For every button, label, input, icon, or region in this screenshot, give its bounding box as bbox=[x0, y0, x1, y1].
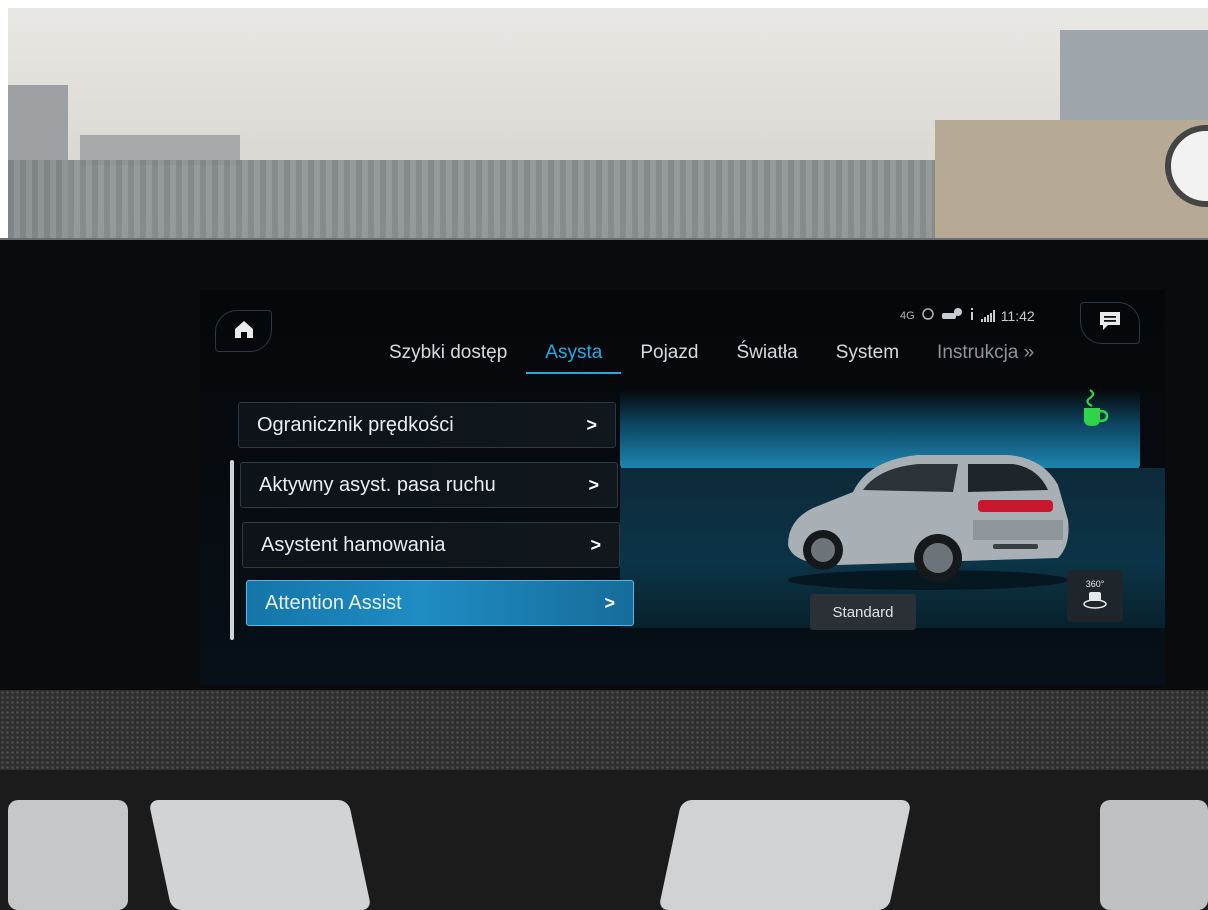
car-illustration bbox=[778, 440, 1078, 595]
camera-360-button[interactable]: 360° bbox=[1067, 570, 1123, 622]
network-indicator: 4G bbox=[900, 309, 915, 322]
dashboard-trim bbox=[0, 690, 1208, 780]
status-bar: 4G 11:42 bbox=[900, 307, 1035, 324]
building-right bbox=[935, 120, 1208, 250]
menu-item-label: Ogranicznik prędkości bbox=[257, 413, 454, 436]
chevron-right-icon: > bbox=[604, 592, 615, 613]
air-vent bbox=[8, 800, 128, 910]
chevron-right-icon: > bbox=[588, 474, 599, 495]
menu-scrollbar[interactable] bbox=[230, 460, 234, 640]
menu-item-label: Attention Assist bbox=[265, 591, 402, 614]
tab-instrukcja[interactable]: Instrukcja » bbox=[918, 342, 1053, 374]
chevron-right-icon: > bbox=[586, 414, 597, 435]
sync-icon bbox=[921, 307, 935, 324]
tab-swiatla[interactable]: Światła bbox=[717, 342, 816, 374]
building-right-top bbox=[1060, 30, 1208, 125]
tab-pojazd[interactable]: Pojazd bbox=[621, 342, 717, 374]
air-vent bbox=[658, 800, 912, 910]
camera-360-icon bbox=[1082, 591, 1108, 613]
menu-item-asystent-hamowania[interactable]: Asystent hamowania > bbox=[242, 522, 620, 568]
chevron-right-icon: > bbox=[590, 534, 601, 555]
tab-instrukcja-label: Instrukcja bbox=[937, 342, 1019, 363]
infotainment-screen: 4G 11:42 Szybki dostęp Asysta Pojazd Świ… bbox=[200, 290, 1165, 685]
clock: 11:42 bbox=[1000, 307, 1035, 324]
signal-icon bbox=[980, 309, 995, 322]
menu-item-label: Aktywny asyst. pasa ruchu bbox=[259, 473, 496, 496]
nav-tabs: Szybki dostęp Asysta Pojazd Światła Syst… bbox=[370, 342, 1053, 374]
camera-360-label: 360° bbox=[1085, 578, 1105, 589]
message-icon bbox=[1098, 310, 1122, 337]
tab-system[interactable]: System bbox=[817, 342, 918, 374]
menu-item-label: Asystent hamowania bbox=[261, 533, 446, 556]
air-vent bbox=[1100, 800, 1208, 910]
standard-button[interactable]: Standard bbox=[810, 594, 916, 630]
coffee-icon bbox=[1080, 388, 1110, 433]
tab-asysta[interactable]: Asysta bbox=[526, 342, 622, 374]
menu-item-ogranicznik[interactable]: Ogranicznik prędkości > bbox=[238, 402, 616, 448]
car-location-icon bbox=[941, 307, 963, 324]
message-button[interactable] bbox=[1080, 302, 1140, 344]
more-tabs-indicator: » bbox=[1023, 342, 1035, 363]
photo-frame: 4G 11:42 Szybki dostęp Asysta Pojazd Świ… bbox=[0, 0, 1208, 910]
info-icon bbox=[969, 307, 975, 324]
air-vent bbox=[148, 800, 372, 910]
tab-szybki-dostep[interactable]: Szybki dostęp bbox=[370, 342, 526, 374]
home-button[interactable] bbox=[215, 310, 272, 352]
menu-item-aktywny-asyst[interactable]: Aktywny asyst. pasa ruchu > bbox=[240, 462, 618, 508]
menu-item-attention-assist[interactable]: Attention Assist > bbox=[246, 580, 634, 626]
home-icon bbox=[233, 318, 255, 345]
